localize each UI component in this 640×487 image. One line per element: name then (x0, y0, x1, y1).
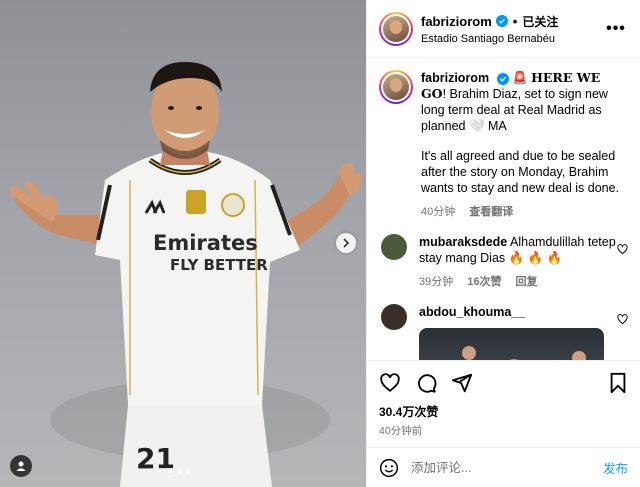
carousel-dot (186, 468, 191, 473)
comment-likes[interactable]: 16次赞 (467, 274, 501, 290)
like-count[interactable]: 30.4万次赞 (379, 403, 628, 420)
world-champions-badge (186, 190, 206, 214)
commenter-username[interactable]: abdou_khouma__ (419, 305, 525, 319)
comment-timestamp[interactable]: 39分钟 (419, 274, 453, 290)
caption-username[interactable]: fabriziorom (421, 71, 489, 85)
comment-gif[interactable] (419, 328, 604, 360)
comments-section[interactable]: fabriziorom 🚨 HERE WE GO! Brahim Diaz, s… (367, 58, 640, 360)
commenter-avatar[interactable] (381, 304, 407, 330)
emoji-icon[interactable] (379, 458, 399, 478)
post-comment-button[interactable]: 发布 (603, 458, 628, 477)
post-side-panel: fabriziorom • 已关注 Estadio Santiago Berna… (366, 0, 640, 487)
avatar (383, 74, 409, 100)
user-icon (16, 461, 26, 471)
heart-icon[interactable] (617, 244, 628, 255)
reply-button[interactable]: 回复 (516, 274, 538, 290)
post-caption: fabriziorom 🚨 HERE WE GO! Brahim Diaz, s… (367, 58, 640, 220)
comment-composer: 发布 (367, 447, 640, 487)
carousel-dot (177, 468, 182, 473)
verified-icon (495, 15, 508, 27)
club-crest (221, 193, 245, 217)
comment-button[interactable] (415, 372, 437, 394)
comment-icon (418, 374, 437, 393)
following-button[interactable]: 已关注 (522, 13, 558, 30)
tagged-users-button[interactable] (10, 455, 32, 477)
player-photo: 21 Emirates FLY BETTER (10, 62, 362, 487)
caption-text-2: It's all agreed and due to be sealed aft… (421, 149, 620, 195)
sponsor-line-2: FLY BETTER (170, 256, 268, 274)
comment-input[interactable] (411, 460, 603, 475)
sponsor-line-1: Emirates (153, 231, 258, 255)
carousel-next-button[interactable] (336, 233, 356, 253)
post-timestamp[interactable]: 40分钟前 (379, 423, 628, 438)
carousel-dot (168, 468, 173, 473)
caption-text-1: ! Brahim Diaz, set to sign new long term… (421, 87, 608, 133)
comment-item: abdou_khouma__ (367, 290, 640, 360)
chevron-right-icon (343, 238, 350, 248)
avatar (383, 15, 409, 42)
caption-author-avatar[interactable] (379, 70, 413, 104)
heart-icon (380, 373, 400, 392)
post-media[interactable]: 21 Emirates FLY BETTER (0, 0, 366, 487)
heart-icon[interactable] (617, 314, 628, 325)
comment-item: mubaraksdede Alhamdulillah tetep stay ma… (367, 220, 640, 290)
author-avatar[interactable] (379, 11, 413, 46)
carousel-indicator (168, 468, 191, 473)
post-header: fabriziorom • 已关注 Estadio Santiago Berna… (367, 0, 640, 58)
send-icon (451, 373, 473, 393)
separator-dot: • (512, 13, 518, 29)
more-options-button[interactable]: ••• (604, 20, 628, 38)
author-username[interactable]: fabriziorom (421, 14, 492, 29)
post-actions: 30.4万次赞 40分钟前 (367, 360, 640, 438)
see-translation-button[interactable]: 查看翻译 (469, 204, 513, 220)
verified-icon (496, 73, 509, 85)
bookmark-icon (610, 372, 626, 394)
caption-timestamp[interactable]: 40分钟 (421, 204, 455, 220)
siren-emoji: 🚨 (512, 71, 528, 85)
share-button[interactable] (451, 372, 473, 394)
commenter-username[interactable]: mubaraksdede (419, 235, 507, 249)
save-button[interactable] (608, 372, 628, 394)
post-location[interactable]: Estadio Santiago Bernabéu (421, 33, 604, 45)
commenter-avatar[interactable] (381, 234, 407, 260)
like-button[interactable] (379, 372, 401, 394)
